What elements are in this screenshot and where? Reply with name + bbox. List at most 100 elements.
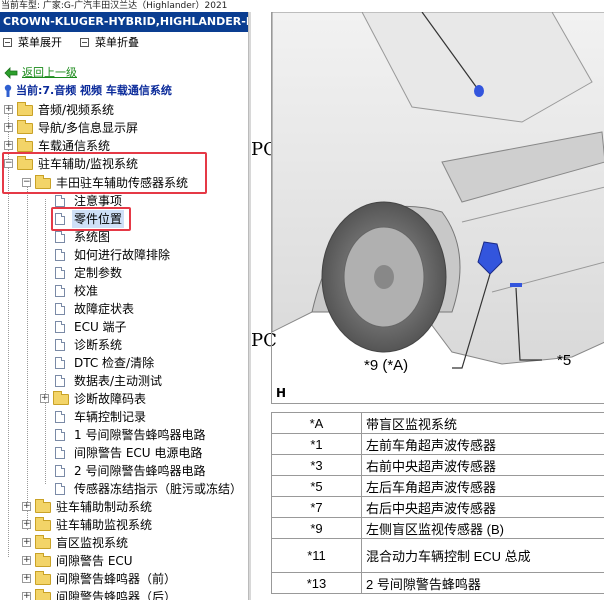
table-row: *11 混合动力车辆控制 ECU 总成 <box>271 538 604 573</box>
tree-item[interactable]: 定制参数 <box>0 264 248 282</box>
table-row: *9 左侧盲区监视传感器 (B) <box>271 517 604 539</box>
tree-item[interactable]: 注意事项 <box>0 192 248 210</box>
table-row: *13 2 号间隙警告蜂鸣器 <box>271 572 604 594</box>
tree-item[interactable]: 1 号间隙警告蜂鸣器电路 <box>0 426 248 444</box>
tree-item[interactable]: + 驻车辅助监视系统 <box>0 516 248 534</box>
location-icon <box>4 84 12 97</box>
tree-item-label: 零件位置 <box>72 210 125 228</box>
tree-item-label: 间隙警告蜂鸣器（前） <box>56 572 177 586</box>
tree-item[interactable]: 如何进行故障排除 <box>0 246 248 264</box>
tree-item[interactable]: DTC 检查/清除 <box>0 354 248 372</box>
folder-icon <box>35 499 51 513</box>
menu-toolbar: 菜单展开 菜单折叠 <box>0 32 248 52</box>
tree-item[interactable]: + 间隙警告蜂鸣器（后） <box>0 588 248 600</box>
legend-code: *1 <box>271 433 362 455</box>
tree-item-toyota-parking-sensor[interactable]: − 丰田驻车辅助传感器系统 <box>0 174 248 192</box>
tree-item-label: 诊断系统 <box>74 338 123 352</box>
tree-item-label: 车载通信系统 <box>38 139 111 153</box>
vehicle-illustration <box>272 12 604 369</box>
callout-label: *9 (*A) <box>364 357 409 374</box>
tree-item-label: 导航/多信息显示屏 <box>38 121 139 135</box>
tree-item[interactable]: + 驻车辅助制动系统 <box>0 498 248 516</box>
tree-item-label: 校准 <box>74 284 99 298</box>
tree-item[interactable]: 间隙警告 ECU 电源电路 <box>0 444 248 462</box>
document-icon <box>55 321 65 333</box>
callout-label: *5 <box>557 352 572 369</box>
document-icon <box>55 429 65 441</box>
current-location: 当前:7.音频 视频 车载通信系统 <box>0 82 248 100</box>
ultrasonic-sensor-marker <box>510 283 522 287</box>
vehicle-title: CROWN-KLUGER-HYBRID,HIGHLANDER-HYBRID <box>0 12 248 32</box>
expand-menu-label: 菜单展开 <box>18 36 62 49</box>
collapse-menu-button[interactable]: 菜单折叠 <box>80 34 139 50</box>
tree-item-dtc-chart[interactable]: + 诊断故障码表 <box>0 390 248 408</box>
table-row: *1 左前车角超声波传感器 <box>271 433 604 455</box>
expand-toggle[interactable]: + <box>22 592 31 600</box>
tree-item[interactable]: + 车载通信系统 <box>0 137 248 155</box>
tree-item[interactable]: 诊断系统 <box>0 336 248 354</box>
collapse-icon <box>80 37 89 47</box>
table-row: *7 右后中央超声波传感器 <box>271 496 604 518</box>
document-icon <box>55 339 65 351</box>
tree-item-label: 数据表/主动测试 <box>74 374 163 388</box>
expand-toggle[interactable]: + <box>22 520 31 529</box>
open-folder-icon <box>17 156 33 170</box>
legend-code: *7 <box>271 496 362 518</box>
expand-toggle[interactable]: + <box>22 574 31 583</box>
expand-icon <box>3 37 12 47</box>
tree-item[interactable]: + 盲区监视系统 <box>0 534 248 552</box>
expand-toggle[interactable]: + <box>40 394 49 403</box>
document-icon <box>55 411 65 423</box>
collapse-toggle[interactable]: − <box>22 178 31 187</box>
document-icon <box>55 303 65 315</box>
tree-item[interactable]: 传感器冻结指示（脏污或冻结） <box>0 480 248 498</box>
tree-item[interactable]: 校准 <box>0 282 248 300</box>
figure-letter: H <box>276 386 287 400</box>
tree-item[interactable]: 故障症状表 <box>0 300 248 318</box>
expand-toggle[interactable]: + <box>4 105 13 114</box>
tree-item-label: ECU 端子 <box>74 320 127 334</box>
tree-item[interactable]: 车辆控制记录 <box>0 408 248 426</box>
tree-item-label: 注意事项 <box>74 194 123 208</box>
tree-item-label: 间隙警告蜂鸣器（后） <box>56 590 177 600</box>
document-icon <box>55 465 65 477</box>
folder-icon <box>17 138 33 152</box>
tree-item[interactable]: 数据表/主动测试 <box>0 372 248 390</box>
back-arrow-icon <box>4 67 18 79</box>
tree-item[interactable]: 系统图 <box>0 228 248 246</box>
expand-toggle[interactable]: + <box>22 538 31 547</box>
sensor-marker <box>474 85 484 97</box>
folder-icon <box>35 589 51 600</box>
tree-item-parking-assist[interactable]: − 驻车辅助/监视系统 <box>0 155 248 173</box>
legend-desc: 左侧盲区监视传感器 (B) <box>361 517 604 539</box>
expand-toggle[interactable]: + <box>4 123 13 132</box>
legend-code: *3 <box>271 454 362 476</box>
legend-desc: 左后车角超声波传感器 <box>361 475 604 497</box>
tree-item-label: 1 号间隙警告蜂鸣器电路 <box>74 428 206 442</box>
tree-item-label: 传感器冻结指示（脏污或冻结） <box>74 482 243 496</box>
parts-location-figure: *9 (*A) *5 H <box>271 12 604 404</box>
tree-item[interactable]: 2 号间隙警告蜂鸣器电路 <box>0 462 248 480</box>
tree-item-label: DTC 检查/清除 <box>74 356 155 370</box>
collapse-toggle[interactable]: − <box>4 159 13 168</box>
back-link[interactable]: 返回上一级 <box>0 64 240 82</box>
tree-item[interactable]: ECU 端子 <box>0 318 248 336</box>
document-icon <box>55 285 65 297</box>
tree-item[interactable]: + 间隙警告 ECU <box>0 552 248 570</box>
tree-item-label: 故障症状表 <box>74 302 135 316</box>
legend-desc: 2 号间隙警告蜂鸣器 <box>361 572 604 594</box>
tree-item-label: 2 号间隙警告蜂鸣器电路 <box>74 464 206 478</box>
current-location-label: 当前:7.音频 视频 车载通信系统 <box>16 84 172 97</box>
legend-code: *A <box>271 412 362 434</box>
tree-item[interactable]: + 导航/多信息显示屏 <box>0 119 248 137</box>
tree-item-label: 间隙警告 ECU <box>56 554 133 568</box>
folder-icon <box>53 391 69 405</box>
tree-item[interactable]: + 音频/视频系统 <box>0 101 248 119</box>
tree-item[interactable]: + 间隙警告蜂鸣器（前） <box>0 570 248 588</box>
open-folder-icon <box>35 175 51 189</box>
expand-toggle[interactable]: + <box>22 556 31 565</box>
expand-menu-button[interactable]: 菜单展开 <box>3 34 62 50</box>
expand-toggle[interactable]: + <box>4 141 13 150</box>
expand-toggle[interactable]: + <box>22 502 31 511</box>
tree-item-parts-location[interactable]: 零件位置 <box>0 210 248 228</box>
